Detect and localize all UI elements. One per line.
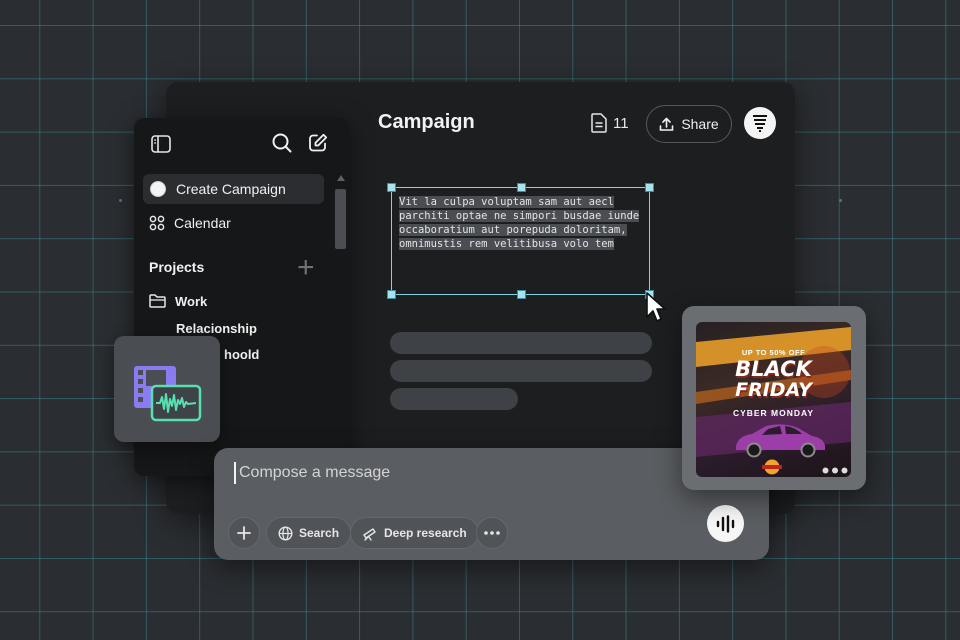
content-placeholder-line [390, 332, 652, 354]
add-project-icon[interactable]: + [297, 253, 315, 283]
content-placeholder-line [390, 360, 652, 382]
grid-icon [149, 215, 165, 231]
resize-handle-s[interactable] [517, 290, 526, 299]
deep-research-button[interactable]: Deep research [350, 517, 479, 549]
compose-input[interactable] [234, 462, 674, 484]
new-chat-icon[interactable] [308, 133, 328, 153]
resize-handle-ne[interactable] [645, 183, 654, 192]
sidebar-item-create-campaign[interactable]: Create Campaign [143, 174, 324, 204]
text-line: omnimustis rem velitibusa volo tem [399, 238, 614, 250]
avatar[interactable] [744, 107, 776, 139]
document-count[interactable]: 11 [591, 113, 629, 133]
sidebar-item-label: Calendar [174, 215, 231, 231]
promo-tag: UP TO 50% OFF [741, 348, 806, 357]
add-attachment-button[interactable] [228, 517, 260, 549]
circle-icon [150, 181, 166, 197]
globe-icon [278, 525, 293, 541]
social-icons [822, 467, 848, 474]
search-button[interactable]: Search [266, 517, 352, 549]
selected-text-box[interactable]: Vit la culpa voluptam sam aut aecl parch… [387, 183, 654, 299]
grid-dot [839, 199, 842, 202]
promo-line2: FRIDAY [735, 379, 812, 401]
document-count-value: 11 [613, 114, 629, 132]
resize-handle-sw[interactable] [387, 290, 396, 299]
video-audio-icon [134, 366, 202, 422]
deep-research-label: Deep research [384, 526, 467, 540]
media-tile[interactable] [114, 336, 220, 442]
brand-logo-icon [753, 115, 767, 132]
project-item-household[interactable]: hoold [224, 347, 259, 362]
sidebar-item-label: Create Campaign [176, 181, 286, 197]
more-icon [484, 531, 500, 535]
voice-input-button[interactable] [707, 505, 744, 542]
grid-dot [119, 199, 122, 202]
promo-sub: CYBER MONDAY [732, 408, 815, 418]
projects-heading: Projects [149, 259, 205, 275]
scroll-thumb[interactable] [335, 189, 346, 249]
car-icon [736, 424, 825, 458]
resize-handle-n[interactable] [517, 183, 526, 192]
text-line: occaboratium aut porepuda doloritam, [399, 224, 627, 236]
more-options-button[interactable] [476, 517, 508, 549]
page-title: Campaign [378, 111, 475, 133]
sidebar-item-calendar[interactable]: Calendar [143, 208, 324, 238]
document-icon [591, 113, 607, 133]
sidebar-toggle-icon[interactable] [151, 135, 171, 153]
project-item-work[interactable]: Work [143, 286, 324, 316]
project-item-relacionship[interactable]: Relacionship [176, 321, 257, 336]
text-line: parchiti optae ne simpori busdae iunde [399, 210, 640, 222]
scroll-up-arrow[interactable] [337, 175, 345, 181]
search-label: Search [299, 526, 340, 540]
text-line: Vit la culpa voluptam sam aut aecl [399, 196, 614, 208]
black-friday-poster: UP TO 50% OFF BLACK FRIDAY CYBER MONDAY [696, 322, 851, 477]
project-label: Work [175, 293, 208, 309]
audio-wave-icon [716, 514, 734, 533]
folder-icon [149, 294, 166, 308]
plus-icon [237, 526, 251, 540]
share-button[interactable]: Share [646, 105, 732, 143]
selected-text: Vit la culpa voluptam sam aut aecl parch… [399, 195, 645, 251]
resize-handle-nw[interactable] [387, 183, 396, 192]
content-placeholder-line [390, 388, 518, 410]
search-icon[interactable] [272, 133, 292, 153]
promo-image-card[interactable]: UP TO 50% OFF BLACK FRIDAY CYBER MONDAY [682, 306, 866, 490]
mouse-pointer-icon [646, 292, 666, 322]
upload-icon [660, 117, 674, 131]
promo-line1: BLACK [735, 357, 812, 381]
share-label: Share [681, 116, 719, 132]
brand-badge-icon [762, 459, 782, 475]
telescope-icon [363, 527, 376, 541]
sidebar-scrollbar[interactable] [334, 173, 347, 476]
